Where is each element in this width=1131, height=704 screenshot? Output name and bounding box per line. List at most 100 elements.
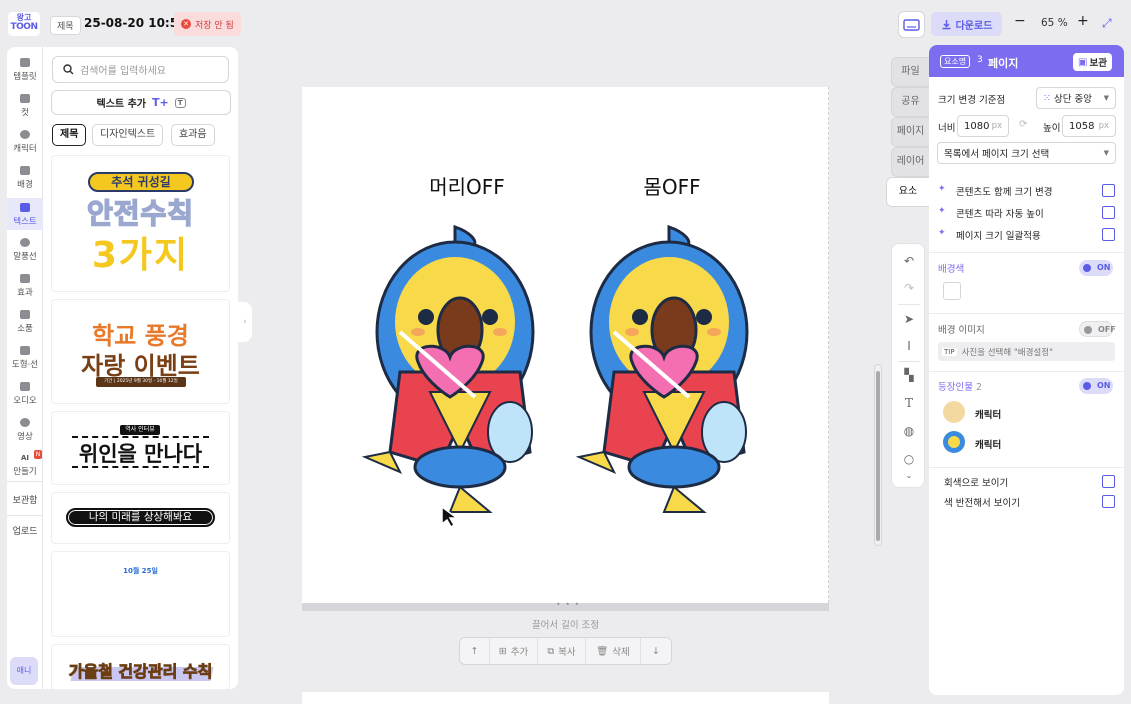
parrot-character-left[interactable] [360, 222, 550, 522]
title-chip[interactable]: 제목 [50, 16, 81, 35]
panel-header: 요소명 3 페이지 ▣ 보관 [929, 45, 1124, 77]
rail-item-effect[interactable]: 효과 [7, 274, 43, 298]
rail-item-speech-bubble[interactable]: 말풍선 [7, 238, 43, 262]
next-canvas-page[interactable] [302, 692, 829, 704]
add-text-label: 텍스트 추가 [96, 99, 146, 110]
canvas-page[interactable]: 머리OFF 몸OFF [302, 87, 829, 603]
parrot-character-right[interactable] [574, 222, 764, 522]
text-cursor-icon[interactable]: Ⅰ [892, 339, 926, 353]
more-tools-icon[interactable]: ⌄ [892, 471, 926, 480]
tab-page[interactable]: 페이지 [891, 117, 929, 147]
app-logo[interactable]: 왕고 TOON [8, 12, 40, 36]
parrot-drawing [361, 224, 535, 513]
logo-line2: TOON [10, 22, 38, 32]
tab-design-text[interactable]: 디자인텍스트 [92, 124, 164, 146]
tab-element[interactable]: 요소 [886, 177, 929, 207]
scrollbar-thumb[interactable] [876, 371, 880, 541]
new-badge: N [34, 450, 42, 459]
page-size-select[interactable]: 목록에서 페이지 크기 선택 ▼ [937, 142, 1116, 164]
caption-head-off[interactable]: 머리OFF [387, 171, 547, 200]
rail-item-props[interactable]: 소품 [7, 310, 43, 334]
add-text-button[interactable]: 텍스트 추가 T+ T [51, 90, 231, 115]
add-page-button[interactable]: ⊞ 추가 [490, 638, 538, 664]
template-card[interactable]: 가을철 건강관리 수칙 [52, 645, 229, 689]
width-field[interactable]: 1080 px [957, 115, 1009, 137]
anni-button[interactable]: 애니 [10, 657, 38, 685]
keep-label: 보관 [1089, 58, 1107, 69]
rail-item-keep[interactable]: 보관함 [7, 493, 43, 506]
auto-height-checkbox[interactable] [1102, 206, 1115, 219]
undo-icon[interactable]: ↶ [892, 254, 926, 268]
redo-icon[interactable]: ↷ [892, 281, 926, 295]
fullscreen-icon[interactable]: ⤢ [1102, 16, 1112, 31]
rail-item-video[interactable]: 영상 [7, 418, 43, 442]
height-field[interactable]: 1058 px [1062, 115, 1116, 137]
template-text: 가을철 건강관리 수칙 [68, 662, 213, 682]
keep-button[interactable]: ▣ 보관 [1073, 53, 1112, 71]
template-text: 자랑 이벤트 [81, 352, 200, 380]
download-button[interactable]: 다운로드 [931, 12, 1002, 36]
download-label: 다운로드 [955, 20, 993, 32]
template-card[interactable]: 역사 인터뷰 위인을 만나다 [52, 412, 229, 484]
rail-item-text[interactable]: 텍스트 [7, 198, 43, 230]
unsaved-label: 저장 안 됨 [195, 20, 234, 31]
template-card[interactable]: 학교 풍경 자랑 이벤트 기간 | 2025년 9월 30일 - 10월 12일 [52, 300, 229, 403]
keyboard-icon [903, 19, 920, 31]
rail-item-upload[interactable]: 업로드 [7, 524, 43, 537]
character-name[interactable]: 캐릭터 [975, 407, 1001, 421]
template-card[interactable]: 추석 귀성길 안전수칙 3가지 [52, 156, 229, 291]
warning-icon: ✕ [181, 19, 191, 29]
select-pointer-icon[interactable]: ➤ [892, 312, 926, 326]
apply-all-checkbox[interactable] [1102, 228, 1115, 241]
speech-bubble-tool-icon[interactable]: ◍ [892, 424, 926, 438]
rail-item-audio[interactable]: 오디오 [7, 382, 43, 406]
circle-shape-icon[interactable]: ○ [892, 452, 926, 466]
divider [929, 252, 1124, 253]
bg-color-swatch[interactable] [943, 282, 961, 300]
link-ratio-icon[interactable]: ⟳ [1019, 119, 1027, 130]
page-resize-handle[interactable]: • • • [302, 600, 829, 611]
option-auto-height: 콘텐츠 따라 자동 높이 [956, 209, 1044, 220]
invert-view-checkbox[interactable] [1102, 495, 1115, 508]
vertical-scrollbar[interactable] [874, 364, 882, 546]
caption-body-off[interactable]: 몸OFF [592, 171, 752, 200]
search-input[interactable]: 검색어를 입력하세요 [52, 56, 229, 83]
zoom-in-button[interactable]: + [1077, 13, 1089, 29]
arrow-up-icon: ↑ [470, 645, 479, 657]
move-page-down-button[interactable]: ↓ [641, 638, 671, 664]
delete-page-button[interactable]: 🗑 삭제 [586, 638, 641, 664]
bg-image-toggle[interactable]: OFF [1079, 321, 1116, 337]
bg-color-toggle[interactable]: ON [1079, 260, 1113, 276]
height-unit: px [1098, 121, 1109, 131]
tab-sound-effect[interactable]: 효과음 [171, 124, 215, 146]
unsaved-status-button[interactable]: ✕ 저장 안 됨 [174, 12, 241, 36]
text-tool-icon[interactable]: T [892, 396, 926, 410]
anchor-grid-icon: ⁙ [1043, 92, 1051, 104]
tab-title[interactable]: 제목 [52, 124, 87, 146]
rail-item-template[interactable]: 템플릿 [7, 58, 43, 82]
gray-view-checkbox[interactable] [1102, 475, 1115, 488]
rail-item-cut[interactable]: 컷 [7, 94, 43, 118]
character-name[interactable]: 캐릭터 [975, 437, 1001, 451]
characters-toggle[interactable]: ON [1079, 378, 1113, 394]
keyboard-shortcut-button[interactable] [898, 11, 925, 38]
zoom-level[interactable]: 65 % [1041, 17, 1068, 29]
template-text: 3가지 [91, 235, 190, 276]
resize-basis-select[interactable]: ⁙ 상단 중앙 ▼ [1036, 87, 1116, 109]
template-card[interactable]: 10월 25일 [52, 552, 229, 636]
layout-icon[interactable]: ▚ [892, 368, 926, 382]
rail-item-character[interactable]: 캐릭터 [7, 130, 43, 154]
tab-layer[interactable]: 레이어 [891, 147, 929, 177]
resize-content-checkbox[interactable] [1102, 184, 1115, 197]
move-page-up-button[interactable]: ↑ [460, 638, 490, 664]
collapse-panel-button[interactable]: ‹ [238, 302, 252, 342]
rail-item-background[interactable]: 배경 [7, 166, 43, 190]
zoom-out-button[interactable]: − [1014, 13, 1026, 29]
rail-item-shapes[interactable]: 도형·선 [7, 346, 43, 370]
copy-page-button[interactable]: ⧉ 복사 [538, 638, 586, 664]
tab-share[interactable]: 공유 [891, 87, 929, 117]
tab-file[interactable]: 파일 [891, 57, 929, 87]
avatar-face [948, 436, 960, 448]
template-card[interactable]: 나의 미래를 상상해봐요 [52, 493, 229, 543]
rail-label: 소품 [17, 324, 33, 334]
